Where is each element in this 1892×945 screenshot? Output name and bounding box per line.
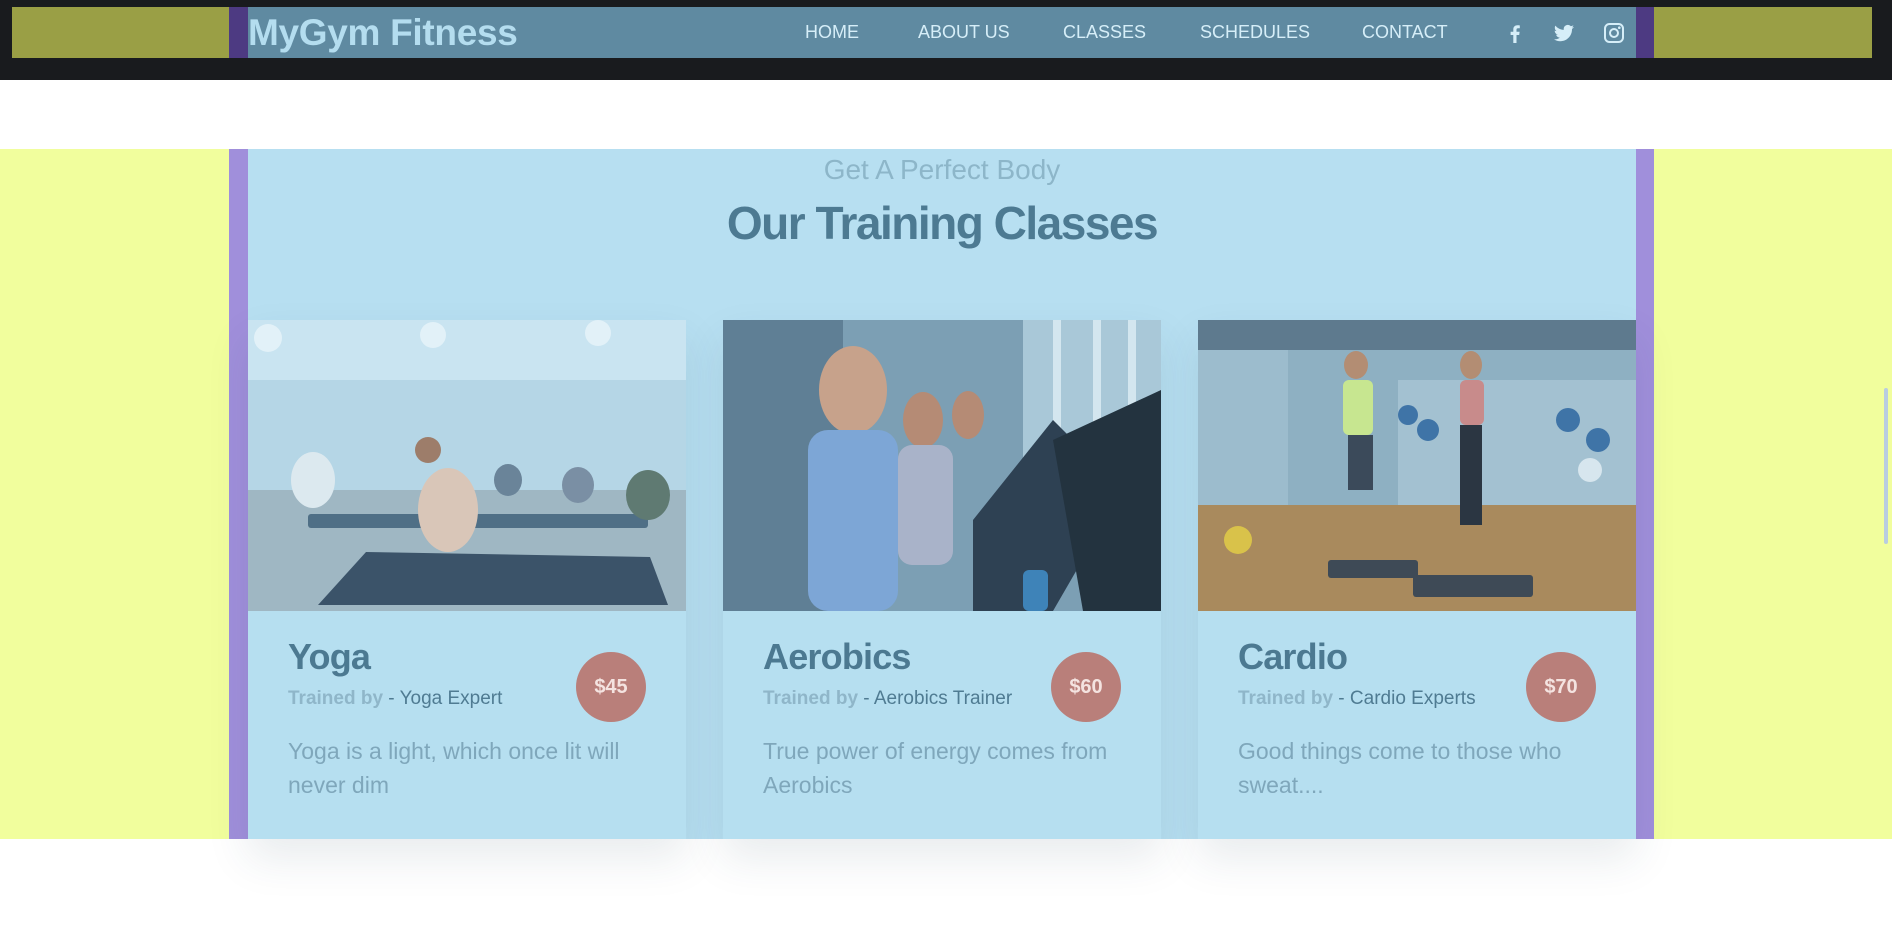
class-trainer: Trained by - Aerobics Trainer	[763, 688, 1012, 710]
nav-classes[interactable]: CLASSES	[1063, 7, 1146, 58]
price-badge: $45	[576, 652, 646, 722]
class-description: Yoga is a light, which once lit will nev…	[288, 738, 620, 798]
nav-schedules[interactable]: SCHEDULES	[1200, 7, 1310, 58]
yoga-class-photo	[248, 320, 686, 611]
class-card-aerobics[interactable]: Aerobics Trained by - Aerobics Trainer $…	[723, 320, 1161, 839]
price-badge: $70	[1526, 652, 1596, 722]
trainer-name: - Cardio Experts	[1333, 688, 1476, 709]
aerobics-class-photo	[723, 320, 1161, 611]
nav-about-us[interactable]: ABOUT US	[918, 7, 1010, 58]
class-name: Cardio	[1238, 636, 1348, 677]
class-description: Good things come to those who sweat....	[1238, 738, 1562, 798]
scrollbar-thumb[interactable]	[1884, 388, 1888, 544]
instagram-icon[interactable]	[1600, 19, 1627, 46]
header-left-spacer	[12, 7, 229, 58]
class-description: True power of energy comes from Aerobics	[763, 738, 1108, 798]
trainer-name: - Yoga Expert	[383, 688, 503, 709]
trained-by-label: Trained by	[763, 688, 859, 709]
class-name: Yoga	[288, 636, 371, 677]
class-card-cardio[interactable]: Cardio Trained by - Cardio Experts $70 G…	[1198, 320, 1636, 839]
class-trainer: Trained by - Yoga Expert	[288, 688, 502, 710]
trained-by-label: Trained by	[288, 688, 384, 709]
nav-menu: HOME ABOUT US CLASSES SCHEDULES CONTACT	[248, 7, 1636, 58]
price-badge: $60	[1051, 652, 1121, 722]
class-name: Aerobics	[763, 636, 911, 677]
page: MyGym Fitness HOME ABOUT US CLASSES SCHE…	[0, 0, 1892, 945]
section-subtitle: Get A Perfect Body	[823, 154, 1061, 185]
trained-by-label: Trained by	[1238, 688, 1334, 709]
class-trainer: Trained by - Cardio Experts	[1238, 688, 1476, 710]
trainer-name: - Aerobics Trainer	[858, 688, 1013, 709]
class-card-yoga[interactable]: Yoga Trained by - Yoga Expert $45 Yoga i…	[248, 320, 686, 839]
section-title: Our Training Classes	[726, 197, 1159, 249]
nav-home[interactable]: HOME	[805, 7, 859, 58]
nav-contact[interactable]: CONTACT	[1362, 7, 1448, 58]
navbar: MyGym Fitness HOME ABOUT US CLASSES SCHE…	[248, 7, 1636, 58]
cardio-class-photo	[1198, 320, 1636, 611]
twitter-icon[interactable]	[1550, 19, 1577, 46]
header-right-spacer	[1654, 7, 1872, 58]
facebook-icon[interactable]	[1501, 19, 1528, 46]
